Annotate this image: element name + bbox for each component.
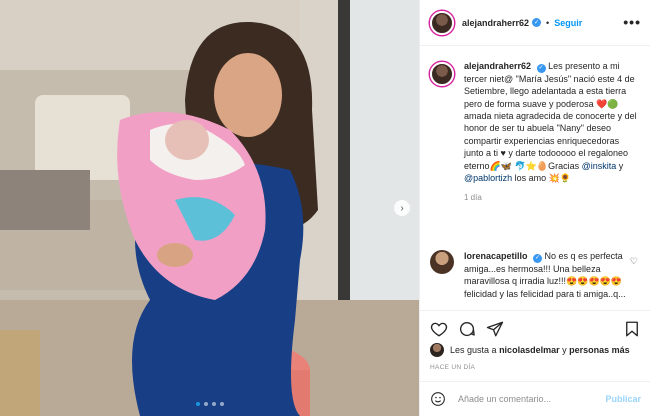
carousel-dot [195,402,200,406]
comment-text: lorenacapetillo ✓ No es q es perfecta am… [464,250,640,310]
verified-badge-icon: ✓ [536,63,546,73]
chevron-right-icon: › [400,202,404,214]
mention-link[interactable]: @inskita [582,161,617,171]
liker-username[interactable]: nicolasdelmar [499,345,560,355]
throw [0,170,90,230]
cushion [35,95,130,180]
photo-scene [0,0,419,416]
caption-age: 1 día [464,193,482,203]
post-header: alejandraherr62 ✓ • Seguir ••• [420,0,650,46]
header-separator: • [546,17,550,28]
mention-link[interactable]: @pablortizh [464,173,512,183]
woman-face [214,53,282,137]
caption-part: y [616,160,624,171]
publish-button[interactable]: Publicar [605,394,641,404]
save-icon[interactable] [623,320,641,338]
instagram-post: › alejandraherr62 ✓ • Seguir ••• alejand… [0,0,650,416]
caption-emoji: 🐬⭐🥚 [514,160,549,171]
baby-face-blur [165,120,209,160]
comment-item: lorenacapetillo ✓ No es q es perfecta am… [430,250,642,310]
carousel-next-button[interactable]: › [394,200,410,216]
carousel-dot [211,402,216,406]
caption-emoji: ❤️ [596,98,608,109]
carousel-indicators [0,402,419,406]
post-caption: alejandraherr62 ✓ Les presento a mi terc… [430,60,642,205]
comment-emoji: 😍😍😍😍😍 [566,276,623,287]
caption-part: los amo [512,172,549,183]
post-sidepanel: alejandraherr62 ✓ • Seguir ••• alejandra… [419,0,650,416]
likes-summary: Les gusta a nicolasdelmar y personas más [430,343,630,357]
carousel-dot [219,402,224,406]
commenter-username[interactable]: lorenacapetillo [464,251,528,261]
action-bar [420,310,650,346]
caption-text: alejandraherr62 ✓ Les presento a mi terc… [464,60,640,205]
post-timestamp: HACE UN DÍA [430,364,476,371]
emoji-icon[interactable] [430,391,446,407]
verified-badge-icon: ✓ [532,18,542,27]
comment-icon[interactable] [458,320,476,338]
likes-prefix: Les gusta a [450,345,497,355]
caption-part: Gracias [548,160,582,171]
heart-icon[interactable] [430,320,448,338]
share-icon[interactable] [486,320,504,338]
caption-emoji: 💥🌻 [548,172,572,183]
comment-input[interactable] [456,393,600,405]
caption-emoji: 🌈🦋 [489,160,512,171]
carousel-dot [203,402,208,406]
author-avatar[interactable] [430,10,454,35]
likes-middle: y [562,345,567,355]
caption-username[interactable]: alejandraherr62 [464,61,531,71]
author-username[interactable]: alejandraherr62 [462,18,529,28]
caption-emoji: 🟢 [607,98,619,109]
comment-part: felicidad y las felicidad para ti amiga.… [464,288,626,299]
woman-hand [157,243,193,267]
post-photo[interactable]: › [0,0,419,416]
follow-button[interactable]: Seguir [554,18,582,28]
caption-avatar[interactable] [430,62,454,86]
commenter-avatar[interactable] [430,250,454,274]
more-icon[interactable]: ••• [623,14,641,30]
likes-others-link[interactable]: personas más [569,345,630,355]
comment-like-heart-icon[interactable]: ♡ [630,256,638,267]
liker-avatar[interactable] [430,343,444,357]
verified-badge-icon: ✓ [533,253,543,263]
add-comment-bar: Publicar [420,381,650,416]
